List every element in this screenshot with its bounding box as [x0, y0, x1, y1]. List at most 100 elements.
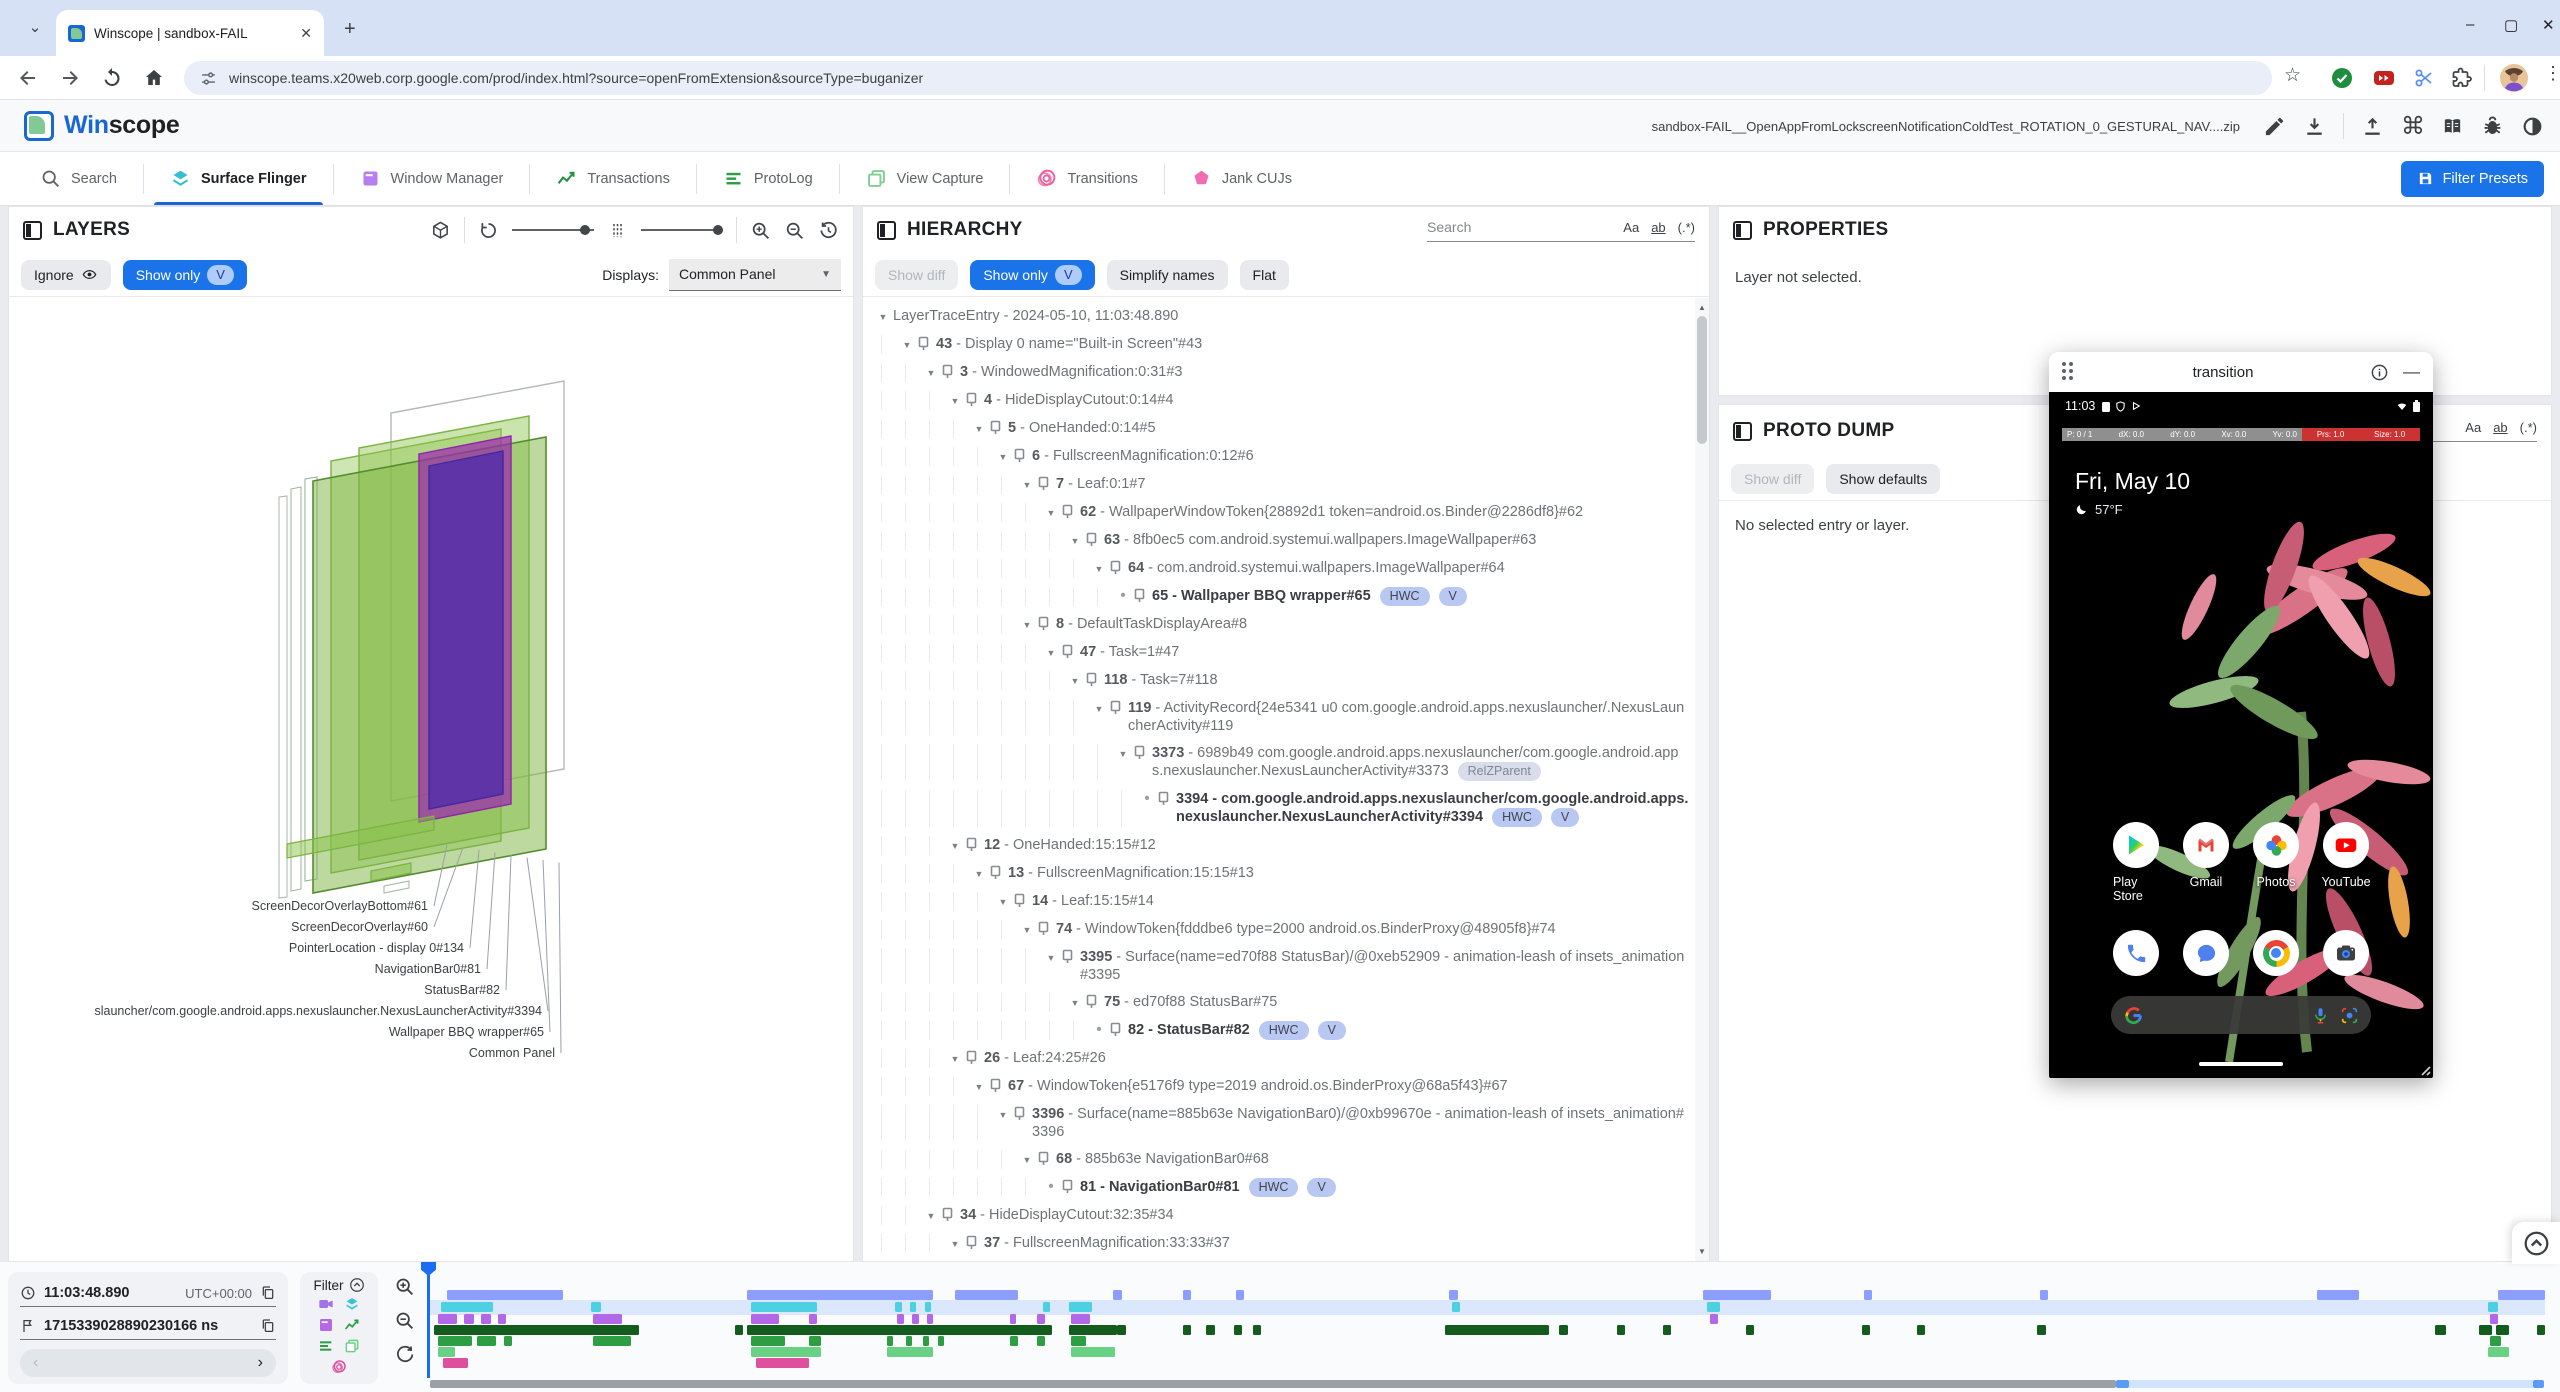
window-minimize-button[interactable]: –: [2466, 16, 2474, 33]
profile-avatar[interactable]: [2500, 64, 2528, 92]
track-protolog[interactable]: [430, 1336, 2545, 1346]
tab-search-chevron-icon[interactable]: ⌄: [22, 16, 48, 42]
transactions-entry[interactable]: [1559, 1325, 1567, 1335]
view-capture-entry[interactable]: [438, 1347, 455, 1357]
protolog-entry[interactable]: [504, 1336, 512, 1346]
timeline-range-track[interactable]: [2129, 1380, 2533, 1388]
bookmark-star-icon[interactable]: ☆: [2284, 64, 2308, 88]
copy-icon[interactable]: [260, 1285, 276, 1301]
transactions-filter-icon[interactable]: [344, 1317, 360, 1333]
tree-node[interactable]: ▼5 - OneHanded:0:14#5: [863, 414, 1695, 442]
resize-handle-icon[interactable]: [2417, 1062, 2431, 1076]
minimize-overlay-icon[interactable]: —: [2403, 362, 2420, 382]
window-manager-entry[interactable]: [498, 1314, 506, 1324]
expand-arrow-icon[interactable]: ▼: [1065, 993, 1085, 1012]
tree-node[interactable]: ▼7 - Leaf:0:1#7: [863, 470, 1695, 498]
surface-flinger-entry[interactable]: [751, 1302, 817, 1312]
window-manager-entry[interactable]: [481, 1314, 492, 1324]
timeline-cursor[interactable]: [427, 1262, 430, 1378]
screen-recording-filter-icon[interactable]: [318, 1296, 334, 1312]
tab-transitions[interactable]: Transitions: [1010, 152, 1163, 205]
transactions-entry[interactable]: [2537, 1325, 2545, 1335]
surface-flinger-entry[interactable]: [1452, 1302, 1460, 1312]
site-settings-icon[interactable]: [200, 70, 217, 87]
surface-flinger-entry[interactable]: [2488, 1302, 2499, 1312]
expand-arrow-icon[interactable]: ▼: [1017, 1150, 1037, 1169]
google-search-bar[interactable]: [2111, 996, 2371, 1034]
tab-window-manager[interactable]: Window Manager: [334, 152, 530, 205]
expand-arrow-icon[interactable]: ▼: [1089, 699, 1109, 718]
screen-recording-entry[interactable]: [1703, 1290, 1771, 1300]
view-capture-entry[interactable]: [887, 1347, 934, 1357]
screen-recording-entry[interactable]: [2498, 1290, 2545, 1300]
tree-node[interactable]: ▼74 - WindowToken{fdddbe6 type=2000 andr…: [863, 915, 1695, 943]
transactions-entry[interactable]: [1617, 1325, 1625, 1335]
human-time-input[interactable]: 11:03:48.890 UTC+00:00: [20, 1280, 276, 1307]
back-icon[interactable]: [16, 66, 40, 90]
tree-node[interactable]: ▼LayerTraceEntry - 2024-05-10, 11:03:48.…: [863, 302, 1695, 330]
ignore-chip[interactable]: Ignore: [21, 260, 111, 290]
regex-toggle[interactable]: (.*): [1678, 220, 1695, 235]
match-case-toggle[interactable]: Aa: [2465, 420, 2481, 435]
screen-recording-entry[interactable]: [2040, 1290, 2048, 1300]
tree-node[interactable]: ▼63 - 8fb0ec5 com.android.systemui.wallp…: [863, 526, 1695, 554]
tab-search[interactable]: Search: [14, 152, 143, 205]
expand-arrow-icon[interactable]: ▼: [993, 1105, 1013, 1124]
extension-check-icon[interactable]: [2330, 66, 2354, 90]
view-capture-filter-icon[interactable]: [344, 1338, 360, 1354]
expand-arrow-icon[interactable]: ▼: [1065, 671, 1085, 690]
surface-flinger-entry[interactable]: [895, 1302, 901, 1312]
edit-trace-icon[interactable]: [2263, 115, 2286, 138]
protolog-entry[interactable]: [809, 1336, 822, 1346]
protolog-entry[interactable]: [1037, 1336, 1045, 1346]
timeline-tracks[interactable]: [430, 1262, 2545, 1378]
track-window-manager[interactable]: [430, 1314, 2545, 1324]
match-case-toggle[interactable]: Aa: [1623, 220, 1639, 235]
track-transitions[interactable]: [430, 1358, 2545, 1368]
regex-toggle[interactable]: (.*): [2520, 420, 2537, 435]
transactions-entry[interactable]: [2479, 1325, 2492, 1335]
tree-node[interactable]: ▼8 - DefaultTaskDisplayArea#8: [863, 610, 1695, 638]
extension-red-icon[interactable]: [2372, 66, 2396, 90]
timeline-range-handle-right[interactable]: [2533, 1380, 2544, 1388]
window-manager-entry[interactable]: [1071, 1314, 1090, 1324]
zoom-out-icon[interactable]: [784, 220, 805, 241]
expand-arrow-icon[interactable]: ▼: [921, 1206, 941, 1225]
transactions-entry[interactable]: [1100, 1325, 1111, 1335]
expand-arrow-icon[interactable]: ▼: [1041, 503, 1061, 522]
protolog-entry[interactable]: [887, 1336, 893, 1346]
drag-handle-icon[interactable]: [2062, 362, 2076, 383]
browser-menu-kebab-icon[interactable]: ⋮: [2544, 63, 2560, 87]
show-diff-chip[interactable]: Show diff: [875, 260, 958, 290]
window-manager-filter-icon[interactable]: [318, 1317, 334, 1333]
tree-node[interactable]: •82 - StatusBar#82HWCV: [863, 1016, 1695, 1044]
window-maximize-button[interactable]: ▢: [2504, 16, 2518, 34]
protolog-entry[interactable]: [593, 1336, 631, 1346]
tree-node[interactable]: ▼26 - Leaf:24:25#26: [863, 1044, 1695, 1072]
collapse-panel-icon[interactable]: [1733, 221, 1752, 240]
window-manager-entry[interactable]: [593, 1314, 623, 1324]
collapse-panel-icon[interactable]: [877, 221, 896, 240]
expand-arrow-icon[interactable]: ▼: [945, 1049, 965, 1068]
view-capture-entry[interactable]: [1071, 1347, 1115, 1357]
upload-icon[interactable]: [2361, 115, 2384, 138]
rotation-slider[interactable]: [512, 229, 594, 231]
expand-arrow-icon[interactable]: ▼: [1041, 948, 1061, 967]
window-close-button[interactable]: ✕: [2542, 16, 2555, 34]
tree-node[interactable]: ▼37 - FullscreenMagnification:33:33#37: [863, 1229, 1695, 1257]
surface-flinger-entry[interactable]: [910, 1302, 916, 1312]
tree-node[interactable]: ▼6 - FullscreenMagnification:0:12#6: [863, 442, 1695, 470]
download-trace-icon[interactable]: [2303, 115, 2326, 138]
window-manager-entry[interactable]: [2490, 1314, 2498, 1324]
new-tab-button[interactable]: +: [344, 18, 356, 41]
browser-tab[interactable]: Winscope | sandbox-FAIL ✕: [56, 10, 324, 56]
collapse-filter-icon[interactable]: [349, 1277, 365, 1293]
tree-node[interactable]: ▼3395 - Surface(name=ed70f88 StatusBar)/…: [863, 943, 1695, 988]
window-manager-entry[interactable]: [1010, 1314, 1016, 1324]
view-capture-entry[interactable]: [2488, 1347, 2509, 1357]
window-manager-entry[interactable]: [751, 1314, 778, 1324]
transactions-entry[interactable]: [1663, 1325, 1671, 1335]
app-photos[interactable]: Photos: [2253, 822, 2299, 903]
next-entry-button[interactable]: ›: [258, 1354, 263, 1372]
match-word-toggle[interactable]: ab: [1651, 220, 1665, 235]
